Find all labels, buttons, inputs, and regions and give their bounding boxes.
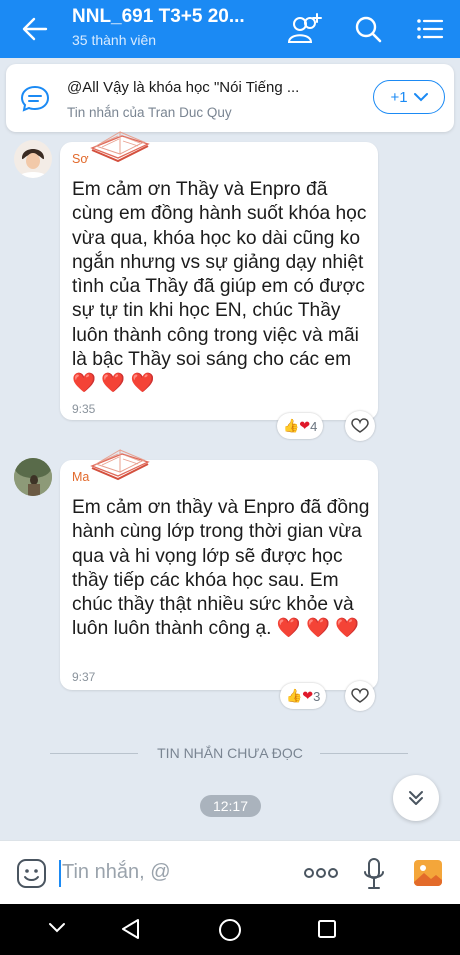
hide-keyboard-chevron-icon[interactable] — [48, 922, 66, 934]
chat-header: NNL_691 T3+5 20... 35 thành viên — [0, 0, 460, 58]
pinned-text: @All Vậy là khóa học "Nói Tiếng ... — [67, 79, 300, 96]
menu-list-icon[interactable] — [412, 12, 448, 46]
message-input-bar: Tin nhắn, @ — [0, 840, 460, 904]
sender-name: Sơ — [72, 152, 89, 166]
like-reaction-icon: 👍 — [283, 418, 300, 433]
chat-bubble-icon — [20, 85, 50, 112]
more-options-icon[interactable] — [303, 866, 339, 880]
back-arrow-icon[interactable] — [22, 16, 48, 42]
like-reaction-icon: 👍 — [286, 688, 303, 703]
message-input[interactable]: Tin nhắn, @ — [62, 861, 171, 884]
reaction-summary[interactable]: 👍 ❤ 4 — [277, 413, 324, 439]
more-pinned-label: +1 — [390, 88, 408, 106]
message-bubble[interactable]: Sơ Em cảm ơn Thầy và Enpro đã cùng em đồ… — [60, 131, 378, 420]
open-book-sticker-icon — [90, 131, 150, 163]
nav-recents-icon[interactable] — [317, 919, 337, 939]
reaction-count: 4 — [310, 418, 318, 434]
nav-back-icon[interactable] — [120, 918, 142, 940]
heart-outline-icon — [351, 688, 369, 703]
pinned-sender: Tin nhắn của Tran Duc Quy — [67, 105, 232, 120]
reaction-summary[interactable]: 👍 ❤ 3 — [280, 683, 327, 709]
search-icon[interactable] — [350, 12, 386, 46]
heart-emojis: ❤️ ❤️ ❤️ — [72, 373, 155, 395]
gallery-image-icon[interactable] — [412, 857, 444, 889]
avatar[interactable] — [14, 140, 52, 178]
heart-reaction-icon: ❤ — [299, 418, 311, 433]
microphone-icon[interactable] — [362, 857, 386, 891]
divider-right — [320, 753, 408, 754]
system-navigation-bar — [0, 904, 460, 955]
message-time: 9:37 — [72, 670, 96, 684]
sender-name: Ma — [72, 470, 90, 484]
pinned-message[interactable]: @All Vậy là khóa học "Nói Tiếng ... Tin … — [6, 64, 454, 132]
heart-emojis: ❤️ ❤️ ❤️ — [276, 618, 360, 640]
nav-home-icon[interactable] — [218, 918, 242, 942]
more-pinned-button[interactable]: +1 — [373, 80, 445, 114]
message-bubble[interactable]: Ma Em cảm ơn thầy và Enpro đã đồng hành … — [60, 449, 378, 690]
open-book-sticker-icon — [90, 449, 150, 481]
heart-reaction-icon: ❤ — [302, 688, 314, 703]
time-chip: 12:17 — [200, 795, 261, 817]
avatar[interactable] — [14, 458, 52, 496]
react-button[interactable] — [345, 411, 375, 441]
scroll-to-bottom-button[interactable] — [393, 775, 439, 821]
double-chevron-down-icon — [409, 791, 423, 805]
emoji-sticker-icon[interactable] — [16, 858, 47, 889]
message-text: Em cảm ơn Thầy và Enpro đã cùng em đồng … — [72, 178, 372, 397]
react-button[interactable] — [345, 681, 375, 711]
message-body: Em cảm ơn Thầy và Enpro đã cùng em đồng … — [72, 179, 367, 371]
reaction-count: 3 — [313, 688, 321, 704]
message-text: Em cảm ơn thầy và Enpro đã đồng hành cùn… — [72, 496, 372, 642]
add-member-icon[interactable] — [286, 12, 322, 46]
text-cursor — [59, 860, 61, 887]
chevron-down-icon — [413, 93, 428, 102]
message-time: 9:35 — [72, 402, 96, 416]
member-count: 35 thành viên — [72, 32, 157, 48]
heart-outline-icon — [351, 418, 369, 433]
group-title[interactable]: NNL_691 T3+5 20... — [72, 6, 262, 28]
